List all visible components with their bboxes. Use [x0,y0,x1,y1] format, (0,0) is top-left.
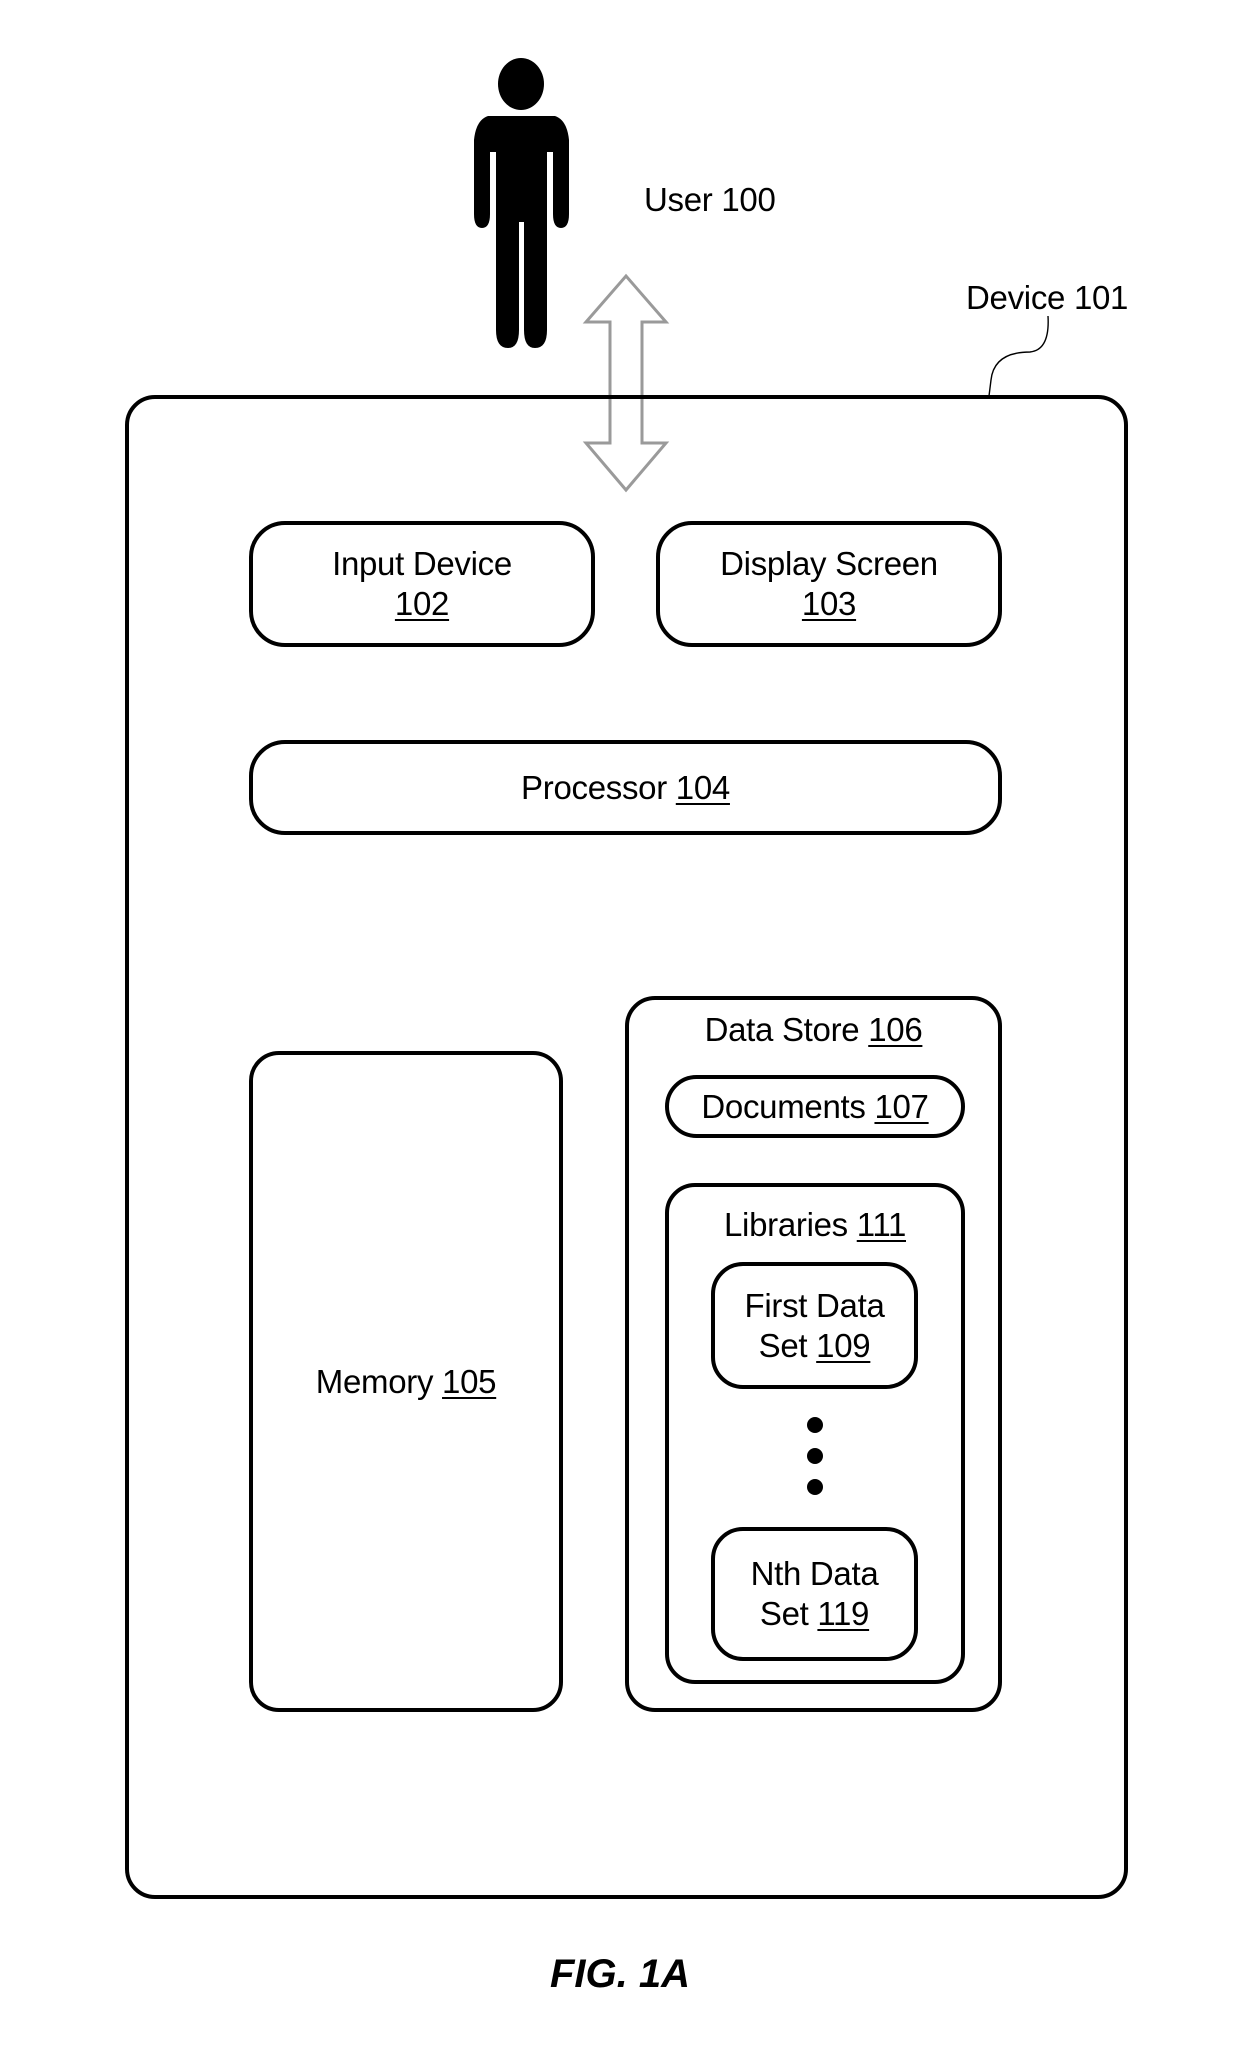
nth-data-set-ref: 119 [817,1595,870,1632]
data-store-title: Data Store 106 [629,1010,998,1050]
nth-data-set-label: Set [759,1595,809,1632]
first-data-set-ref: 109 [816,1326,871,1364]
documents-label: Documents [701,1087,866,1125]
device-ref: 101 [1073,279,1129,316]
processor-box: Processor 104 [249,740,1002,835]
nth-data-set-line1: Nth Data [750,1555,879,1592]
memory-box: Memory 105 [249,1051,563,1712]
documents-ref: 107 [874,1087,929,1125]
display-screen-ref: 103 [801,585,857,622]
first-data-set-line2: Set 109 [759,1326,871,1366]
user-label-text: User [644,181,713,218]
person-icon [474,58,569,348]
memory-label: Memory [315,1362,434,1400]
libraries-ref: 111 [856,1206,907,1243]
nth-data-set-box: Nth Data Set 119 [711,1527,918,1661]
input-device-label: Input Device [332,545,512,582]
nth-data-set-line2: Set 119 [759,1594,870,1634]
device-label: Device 101 [966,278,1128,318]
display-screen-label: Display Screen [720,545,938,582]
first-data-set-line1: First Data [744,1286,885,1324]
first-data-set-label: Set [758,1326,808,1364]
user-label: User 100 [644,180,776,220]
data-store-ref: 106 [868,1011,923,1048]
user-ref: 100 [721,181,776,218]
device-label-text: Device [966,279,1066,316]
processor-label: Processor [521,768,667,806]
data-store-label: Data Store [704,1011,860,1048]
display-screen-box: Display Screen 103 [656,521,1002,647]
input-device-ref: 102 [394,585,450,622]
libraries-title: Libraries 111 [669,1205,961,1245]
memory-ref: 105 [442,1362,497,1400]
documents-box: Documents 107 [665,1075,965,1138]
input-device-box: Input Device 102 [249,521,595,647]
processor-ref: 104 [675,768,730,806]
device-leader-line [988,315,1049,397]
figure-caption: FIG. 1A [549,1952,691,1996]
first-data-set-box: First Data Set 109 [711,1262,918,1389]
libraries-label: Libraries [724,1206,848,1243]
